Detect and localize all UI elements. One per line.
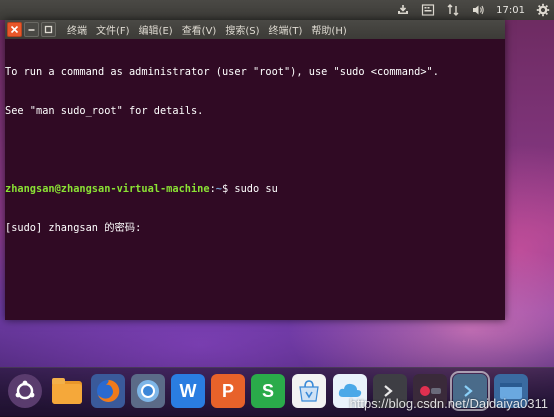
menu-file[interactable]: 文件(F) [96, 22, 130, 37]
ubuntu-logo-icon[interactable] [8, 374, 42, 408]
terminal-password-prompt[interactable]: [sudo] zhangsan 的密码: [5, 222, 505, 235]
menu-bar: 终端 文件(F) 编辑(E) 查看(V) 搜索(S) 终端(T) 帮助(H) [67, 20, 347, 39]
clock[interactable]: 17:01 [496, 5, 525, 16]
minimize-button[interactable] [24, 22, 39, 37]
prompt-user: zhangsan@zhangsan-virtual-machine [5, 183, 210, 195]
files-icon[interactable] [50, 374, 84, 408]
terminal-prompt-line: zhangsan@zhangsan-virtual-machine:~$ sud… [5, 183, 505, 196]
terminal-line: To run a command as administrator (user … [5, 66, 439, 78]
menu-search[interactable]: 搜索(S) [225, 22, 259, 37]
terminal-output[interactable]: To run a command as administrator (user … [5, 39, 505, 320]
keyboard-icon[interactable] [421, 3, 435, 17]
settings-gear-icon[interactable] [536, 3, 550, 17]
menu-terminal[interactable]: 终端(T) [269, 22, 303, 37]
menu-help[interactable]: 帮助(H) [311, 22, 346, 37]
top-panel: 17:01 [0, 0, 554, 20]
terminal-line: See "man sudo_root" for details. [5, 105, 204, 117]
menu-view[interactable]: 查看(V) [182, 22, 217, 37]
dock: W P S https://blog.csdn.net/Daidaiya0311 [0, 367, 554, 417]
menu-edit[interactable]: 编辑(E) [139, 22, 173, 37]
chromium-icon[interactable] [131, 374, 165, 408]
watermark-text: https://blog.csdn.net/Daidaiya0311 [349, 396, 548, 411]
minimize-icon [28, 29, 35, 31]
wps-presentation-icon[interactable]: P [211, 374, 245, 408]
prompt-command: $ sudo su [221, 183, 278, 195]
wps-writer-icon[interactable]: W [171, 374, 205, 408]
software-store-icon[interactable] [292, 374, 326, 408]
maximize-icon [44, 25, 53, 34]
wps-spreadsheet-icon[interactable]: S [251, 374, 285, 408]
close-button[interactable] [7, 22, 22, 37]
window-titlebar[interactable]: 终端 文件(F) 编辑(E) 查看(V) 搜索(S) 终端(T) 帮助(H) [5, 20, 505, 39]
firefox-icon[interactable] [91, 374, 125, 408]
volume-icon[interactable] [471, 3, 485, 17]
network-icon[interactable] [446, 3, 460, 17]
window-title: 终端 [67, 26, 87, 37]
close-icon [10, 25, 19, 34]
system-tray: 17:01 [396, 0, 550, 20]
software-updater-icon[interactable] [396, 3, 410, 17]
terminal-window[interactable]: 终端 文件(F) 编辑(E) 查看(V) 搜索(S) 终端(T) 帮助(H) T… [5, 20, 505, 320]
maximize-button[interactable] [41, 22, 56, 37]
